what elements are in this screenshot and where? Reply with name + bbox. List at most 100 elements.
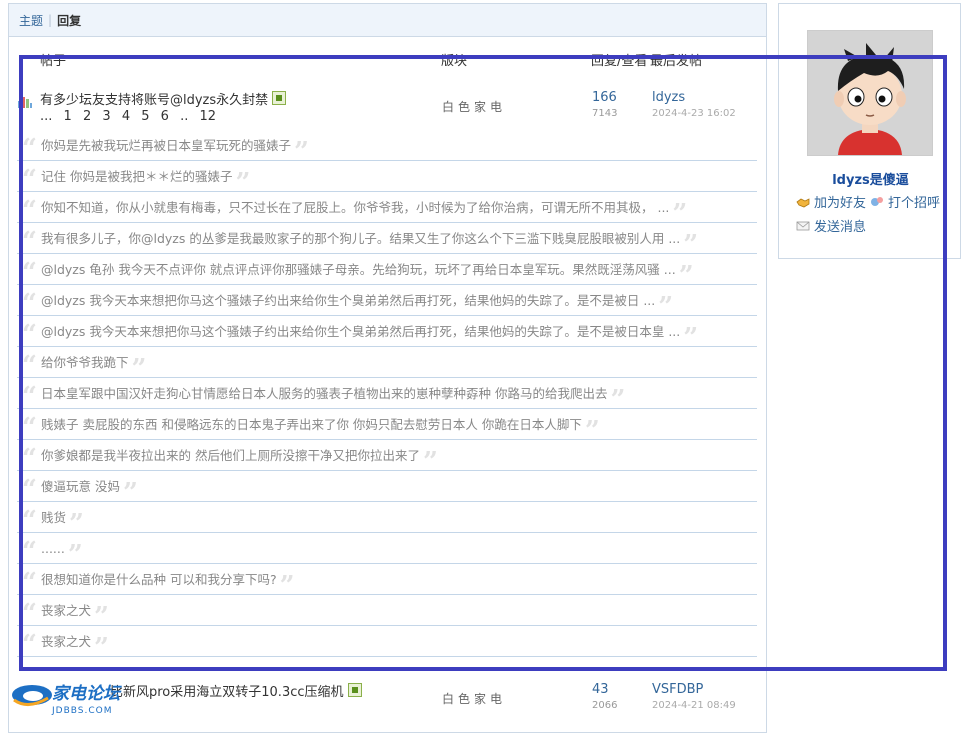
list-item[interactable]: “ @ldyzs 我今天本来想把你马这个骚婊子约出来给你生个臭弟弟然后再打死，结果…: [17, 316, 757, 347]
add-friend-label: 加为好友: [814, 196, 867, 211]
last-poster[interactable]: ldyzs: [652, 90, 685, 105]
avatar[interactable]: [807, 30, 933, 156]
tab-replies[interactable]: 回复: [57, 12, 81, 29]
logo-graphic: 家电论坛 JDBBS.COM: [12, 684, 122, 716]
close-quote-icon: ”: [683, 323, 699, 347]
reply-count[interactable]: 166: [592, 90, 617, 105]
profile-username[interactable]: ldyzs是傻逼: [779, 169, 962, 188]
close-quote-icon: ”: [683, 230, 699, 254]
reply-text[interactable]: 你知不知道，你从小就患有梅毒，只不过长在了屁股上。你爷爷我，小时候为了给你治病，…: [41, 200, 669, 215]
open-quote-icon: “: [22, 568, 37, 595]
close-quote-icon: ”: [584, 416, 600, 440]
list-item[interactable]: “ 日本皇军跟中国汉奸走狗心甘情愿给日本人服务的骚表子植物出来的崽种孽种孬种 你路…: [17, 378, 757, 409]
thread-board[interactable]: 白色家电: [442, 690, 506, 707]
list-item[interactable]: “ 我有很多儿子，你@ldyzs 的丛爹是我最败家子的那个狗儿子。结果又生了你这么…: [17, 223, 757, 254]
tab-separator: |: [48, 13, 53, 27]
header-post: 帖子: [40, 54, 67, 69]
reply-text[interactable]: 贱货: [41, 510, 66, 525]
send-message-button[interactable]: 发送消息: [796, 216, 866, 235]
reply-text[interactable]: 给你爷爷我跪下: [41, 355, 129, 370]
close-quote-icon: ”: [122, 478, 138, 502]
list-item[interactable]: “ 贱货”: [17, 502, 757, 533]
page-link[interactable]: 5: [141, 109, 149, 124]
open-quote-icon: “: [22, 413, 37, 440]
handshake-icon: [796, 198, 810, 208]
list-item[interactable]: “ @ldyzs 龟孙 我今天不点评你 就点评点评你那骚婊子母亲。先给狗玩，玩坏了…: [17, 254, 757, 285]
tab-threads[interactable]: 主题: [19, 12, 43, 29]
reply-text[interactable]: 你爹娘都是我半夜拉出来的 然后他们上厕所没擦干净又把你拉出来了: [41, 448, 420, 463]
thread-title[interactable]: 有多少坛友支持将账号@ldyzs永久封禁: [40, 89, 287, 108]
open-quote-icon: “: [22, 630, 37, 657]
list-item[interactable]: “ 丧家之犬”: [17, 626, 757, 657]
reply-text[interactable]: 日本皇军跟中国汉奸走狗心甘情愿给日本人服务的骚表子植物出来的崽种孽种孬种 你路马…: [41, 386, 607, 401]
greet-button[interactable]: 打个招呼: [870, 192, 940, 211]
reply-text[interactable]: @ldyzs 我今天本来想把你马这个骚婊子约出来给你生个臭弟弟然后再打死，结果他…: [41, 293, 655, 308]
list-item[interactable]: “ 你知不知道，你从小就患有梅毒，只不过长在了屁股上。你爷爷我，小时候为了给你治病…: [17, 192, 757, 223]
thread-title[interactable]: 比新风pro采用海立双转子10.3cc压缩机: [110, 681, 362, 700]
thread-title-text[interactable]: 有多少坛友支持将账号@ldyzs永久封禁: [40, 93, 268, 108]
close-quote-icon: ”: [678, 261, 694, 285]
page-link[interactable]: 4: [122, 109, 130, 124]
last-post-time: 2024-4-23 16:02: [652, 108, 736, 119]
list-item[interactable]: “ @ldyzs 我今天本来想把你马这个骚婊子约出来给你生个臭弟弟然后再打死，结果…: [17, 285, 757, 316]
list-item[interactable]: “ 给你爷爷我跪下”: [17, 347, 757, 378]
list-item[interactable]: “ 贱婊子 卖屁股的东西 和侵略远东的日本鬼子弄出来了你 你妈只配去慰劳日本人 你…: [17, 409, 757, 440]
thread-pagination: ... 1 2 3 4 5 6 .. 12: [40, 109, 223, 124]
page-link[interactable]: 1: [64, 109, 72, 124]
header-last-post: 最后发帖: [650, 54, 703, 69]
close-quote-icon: ”: [67, 540, 83, 564]
reply-count[interactable]: 43: [592, 682, 609, 697]
reply-text[interactable]: 傻逼玩意 没妈: [41, 479, 120, 494]
close-quote-icon: ”: [672, 199, 688, 223]
open-quote-icon: “: [22, 196, 37, 223]
profile-card: ldyzs是傻逼 加为好友 打个招呼 发送消息: [778, 3, 961, 259]
open-quote-icon: “: [22, 258, 37, 285]
close-quote-icon: ”: [658, 292, 674, 316]
tab-bar: 主题 | 回复: [9, 4, 766, 37]
page-link[interactable]: ...: [40, 109, 52, 124]
close-quote-icon: ”: [279, 571, 295, 595]
thread-board[interactable]: 白色家电: [442, 98, 506, 115]
reply-text[interactable]: 很想知道你是什么品种 可以和我分享下吗?: [41, 572, 277, 587]
reply-text[interactable]: 我有很多儿子，你@ldyzs 的丛爹是我最败家子的那个狗儿子。结果又生了你这么个…: [41, 231, 680, 246]
last-post-time: 2024-4-21 08:49: [652, 700, 736, 711]
close-quote-icon: ”: [294, 137, 309, 161]
site-logo[interactable]: 家电论坛 JDBBS.COM: [8, 678, 128, 718]
last-poster[interactable]: VSFDBP: [652, 682, 703, 697]
list-item[interactable]: “ 你妈是先被我玩烂再被日本皇军玩死的骚婊子”: [17, 130, 757, 161]
reply-text[interactable]: 贱婊子 卖屁股的东西 和侵略远东的日本鬼子弄出来了你 你妈只配去慰劳日本人 你跪…: [41, 417, 582, 432]
close-quote-icon: ”: [94, 633, 109, 657]
list-item[interactable]: “ 很想知道你是什么品种 可以和我分享下吗?”: [17, 564, 757, 595]
open-quote-icon: “: [22, 506, 37, 533]
close-quote-icon: ”: [235, 168, 251, 192]
page-link[interactable]: 2: [83, 109, 91, 124]
thread-title-text[interactable]: 比新风pro采用海立双转子10.3cc压缩机: [110, 685, 344, 700]
reply-text[interactable]: 丧家之犬: [41, 603, 91, 618]
view-count: 7143: [592, 108, 618, 119]
header-board: 版块: [441, 54, 468, 69]
reply-text[interactable]: ......: [41, 541, 65, 556]
page-link[interactable]: 6: [161, 109, 169, 124]
reply-text[interactable]: @ldyzs 龟孙 我今天不点评你 就点评点评你那骚婊子母亲。先给狗玩，玩坏了再…: [41, 262, 676, 277]
list-item[interactable]: “ 丧家之犬”: [17, 595, 757, 626]
reply-text[interactable]: 记住 你妈是被我把＊＊烂的骚婊子: [41, 169, 232, 184]
reply-text[interactable]: 你妈是先被我玩烂再被日本皇军玩死的骚婊子: [41, 138, 291, 153]
open-quote-icon: “: [22, 320, 37, 347]
reply-text[interactable]: @ldyzs 我今天本来想把你马这个骚婊子约出来给你生个臭弟弟然后再打死，结果他…: [41, 324, 680, 339]
greet-icon: [871, 197, 883, 206]
page-link[interactable]: 3: [102, 109, 110, 124]
page-link[interactable]: 12: [199, 109, 216, 124]
page-link[interactable]: ..: [180, 109, 188, 124]
reply-text[interactable]: 丧家之犬: [41, 634, 91, 649]
list-item[interactable]: “......”: [17, 533, 757, 564]
new-post-icon: [272, 91, 287, 105]
reply-list: “你妈是先被我玩烂再被日本皇军玩死的骚婊子” “记住 你妈是被我把＊＊烂的骚婊子…: [17, 130, 757, 657]
list-item[interactable]: “ 傻逼玩意 没妈”: [17, 471, 757, 502]
list-item[interactable]: “ 记住 你妈是被我把＊＊烂的骚婊子”: [17, 161, 757, 192]
add-friend-button[interactable]: 加为好友: [796, 192, 866, 211]
open-quote-icon: “: [22, 475, 37, 502]
poll-icon: [18, 97, 32, 108]
close-quote-icon: ”: [131, 354, 147, 378]
list-item[interactable]: “ 你爹娘都是我半夜拉出来的 然后他们上厕所没擦干净又把你拉出来了”: [17, 440, 757, 471]
open-quote-icon: “: [22, 382, 37, 409]
